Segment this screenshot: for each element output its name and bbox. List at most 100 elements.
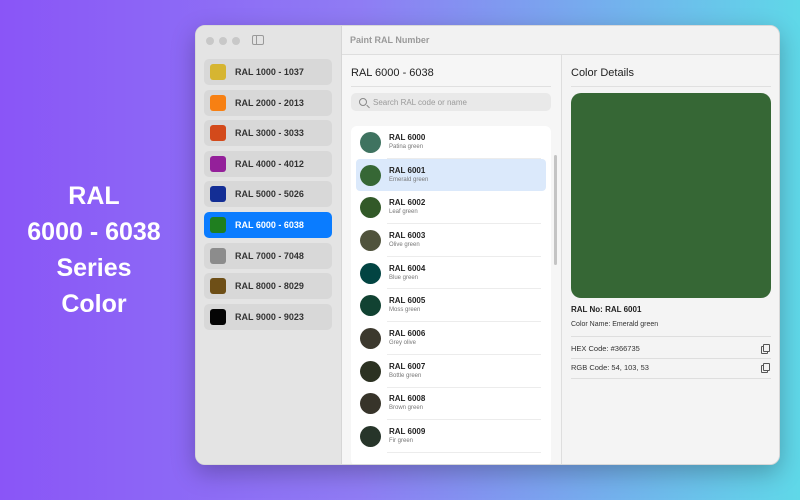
hex-code: HEX Code: #366735 (571, 344, 640, 353)
sidebar-item-label: RAL 3000 - 3033 (235, 128, 304, 139)
sidebar-item-label: RAL 5000 - 5026 (235, 189, 304, 200)
color-dot-icon (360, 360, 381, 382)
sidebar-item-label: RAL 7000 - 7048 (235, 250, 304, 261)
list-item[interactable]: RAL 6005 Moss green (351, 289, 551, 322)
color-dot-icon (360, 295, 381, 317)
title-bar: Paint RAL Number (342, 26, 779, 55)
sidebar-item-ral-9000[interactable]: RAL 9000 - 9023 (204, 303, 332, 330)
color-list-pane: RAL 6000 - 6038 RAL 6000Patina green RAL… (342, 55, 562, 464)
list-item[interactable]: RAL 6002 Leaf green (351, 191, 551, 224)
sidebar-item-ral-5000[interactable]: RAL 5000 - 5026 (204, 181, 332, 208)
sidebar-item-ral-4000[interactable]: RAL 4000 - 4012 (204, 150, 332, 177)
sidebar-item-label: RAL 6000 - 6038 (235, 219, 304, 230)
details-title: Color Details (571, 67, 634, 79)
promo-line: RAL (68, 182, 120, 210)
search-icon (359, 98, 367, 106)
color-name: Olive green (389, 241, 420, 248)
copy-icon[interactable] (761, 344, 770, 354)
color-name: Brown green (389, 405, 424, 412)
color-code: RAL 6003 (389, 230, 426, 240)
promo-line: 6000 - 6038 (27, 218, 161, 246)
color-code: RAL 6002 (389, 198, 426, 208)
sidebar-item-label: RAL 1000 - 1037 (235, 67, 304, 77)
sidebar-item-ral-6000[interactable]: RAL 6000 - 6038 (204, 211, 332, 238)
sidebar-item-label: RAL 4000 - 4012 (235, 158, 304, 169)
color-code: RAL 6006 (389, 328, 426, 338)
window-controls (206, 37, 240, 45)
color-dot-icon (360, 393, 381, 415)
color-name-detail: Color Name: Emerald green (571, 321, 659, 328)
color-dot-icon (360, 327, 381, 349)
sidebar-item-ral-7000[interactable]: RAL 7000 - 7048 (204, 242, 332, 269)
search-input[interactable] (373, 97, 538, 107)
list-item[interactable]: RAL 6006 Grey olive (351, 322, 551, 355)
color-name: Blue green (389, 274, 419, 281)
rgb-row: RGB Code: 54, 103, 53 (571, 363, 770, 373)
copy-icon[interactable] (761, 363, 770, 373)
sidebar-item-label: RAL 2000 - 2013 (235, 97, 304, 108)
color-code: RAL 6001 (389, 165, 426, 175)
ral-number: RAL No: RAL 6001 (571, 305, 642, 314)
sidebar-item-ral-3000[interactable]: RAL 3000 - 3033 (204, 120, 332, 147)
color-dot-icon (360, 131, 381, 153)
color-dot-icon (360, 164, 381, 186)
hex-row: HEX Code: #366735 (571, 344, 770, 354)
promo-line: Series (56, 254, 132, 282)
swatch-icon (210, 308, 226, 325)
list-item[interactable]: RAL 6008 Brown green (351, 388, 551, 421)
list-item[interactable]: RAL 6000 Patina green (351, 126, 551, 159)
divider (571, 86, 771, 87)
close-window-button[interactable] (206, 37, 214, 45)
sidebar: RAL 1000 - 1037 RAL 2000 - 2013 RAL 3000… (196, 26, 342, 464)
app-title: Paint RAL Number (350, 35, 430, 45)
color-code: RAL 6009 (389, 427, 426, 437)
search-field[interactable] (351, 93, 551, 111)
sidebar-item-ral-2000[interactable]: RAL 2000 - 2013 (204, 89, 332, 116)
color-code: RAL 6000 (389, 132, 426, 142)
color-name: Moss green (389, 307, 421, 314)
swatch-icon (210, 278, 226, 295)
range-list: RAL 1000 - 1037 RAL 2000 - 2013 RAL 3000… (204, 59, 332, 334)
swatch-icon (210, 94, 226, 111)
app-window: RAL 1000 - 1037 RAL 2000 - 2013 RAL 3000… (195, 25, 780, 465)
color-dot-icon (360, 197, 381, 219)
color-name: Grey olive (389, 339, 417, 346)
color-dot-icon (360, 229, 381, 251)
color-code: RAL 6008 (389, 394, 426, 404)
color-name: Patina green (389, 143, 424, 150)
list-item[interactable]: RAL 6003 Olive green (351, 224, 551, 257)
sidebar-item-label: RAL 9000 - 9023 (235, 311, 304, 322)
list-scrollbar[interactable] (554, 155, 557, 265)
swatch-icon (210, 186, 226, 203)
color-name: Bottle green (389, 372, 422, 379)
list-item[interactable]: RAL 6007 Bottle green (351, 355, 551, 388)
divider (571, 336, 771, 337)
color-details-pane: Color Details RAL No: RAL 6001 Color Nam… (562, 55, 779, 464)
swatch-icon (210, 64, 226, 80)
list-item[interactable]: RAL 6004 Blue green (351, 257, 551, 290)
color-name: Leaf green (389, 209, 418, 216)
list-item[interactable]: RAL 6009 Fir green (351, 420, 551, 453)
color-name: Fir green (389, 438, 414, 445)
swatch-icon (210, 125, 226, 142)
minimize-window-button[interactable] (219, 37, 227, 45)
promo-line: Color (61, 290, 127, 318)
color-list: RAL 6000 Patina green RAL 6001 Emerald gre… (351, 126, 551, 464)
sidebar-toggle-icon[interactable] (252, 35, 264, 45)
divider (571, 378, 771, 379)
list-item[interactable]: RAL 6001 Emerald green (356, 158, 546, 192)
swatch-icon (210, 247, 226, 264)
swatch-icon (210, 216, 226, 233)
promo-headline: RAL 6000 - 6038 Series Color (0, 178, 188, 322)
color-dot-icon (360, 262, 381, 284)
sidebar-item-ral-8000[interactable]: RAL 8000 - 8029 (204, 273, 332, 300)
rgb-code: RGB Code: 54, 103, 53 (571, 363, 649, 372)
sidebar-item-ral-1000[interactable]: RAL 1000 - 1037 (204, 59, 332, 85)
divider (351, 86, 551, 87)
color-preview (571, 93, 771, 298)
color-code: RAL 6004 (389, 263, 426, 273)
color-code: RAL 6007 (389, 361, 426, 371)
zoom-window-button[interactable] (232, 37, 240, 45)
sidebar-item-label: RAL 8000 - 8029 (235, 281, 304, 292)
swatch-icon (210, 155, 226, 172)
